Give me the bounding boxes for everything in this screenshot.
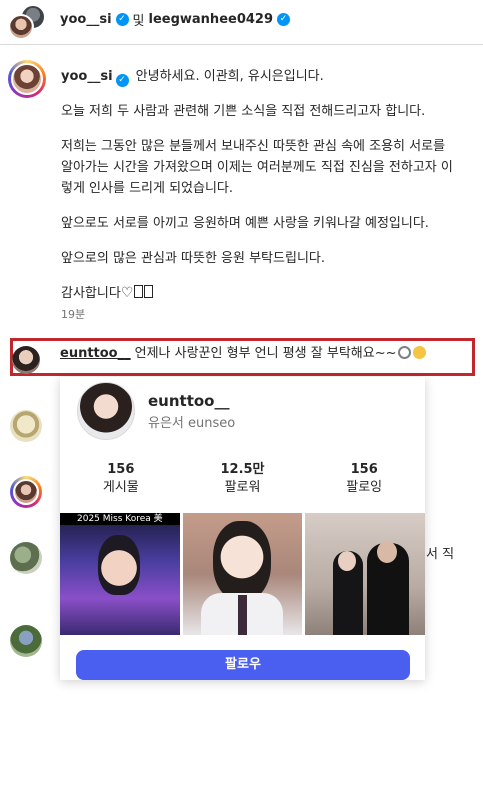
profile-username[interactable]: eunttoo__ — [148, 392, 229, 410]
caption-greeting: 안녕하세요. 이관희, 유시은입니다. — [135, 69, 324, 84]
collab-avatars[interactable] — [8, 4, 46, 40]
stat-value: 156 — [350, 462, 378, 477]
profile-hover-card: eunttoo__ 유은서 eunseo 156 게시물 12.5만 팔로워 1… — [60, 377, 425, 680]
missing-glyph-icon — [144, 285, 154, 298]
stat-label: 게시물 — [102, 480, 139, 495]
post-thumbnail[interactable] — [182, 513, 303, 635]
avatar[interactable] — [8, 14, 34, 40]
post-timestamp[interactable]: 19분 — [61, 306, 85, 322]
profile-avatar[interactable] — [77, 382, 135, 440]
verified-badge-icon: ✓ — [115, 74, 129, 87]
caption-paragraph: 오늘 저희 두 사람과 관련해 기쁜 소식을 직접 전해드리고자 합니다. — [61, 104, 426, 119]
comment-avatar[interactable] — [10, 542, 42, 574]
heart-icon: ♡ — [120, 285, 134, 301]
comment-avatar[interactable] — [12, 346, 40, 374]
stat-label: 팔로잉 — [346, 480, 383, 495]
profile-display-name: 유은서 eunseo — [148, 416, 236, 431]
header-username-2[interactable]: leegwanhee0429 — [149, 12, 274, 27]
post-author-avatar[interactable] — [8, 60, 46, 98]
recent-posts-grid: 2025 Miss Korea 美 — [60, 513, 425, 635]
comment-avatar[interactable] — [10, 625, 42, 657]
comment-avatar[interactable] — [10, 410, 42, 442]
verified-badge-icon: ✓ — [115, 13, 129, 26]
comment: eunttoo__ 언제나 사랑꾼인 형부 언니 평생 잘 부탁해요~~ — [60, 346, 427, 362]
comment-text-fragment: 서 직 — [426, 547, 455, 562]
stat-value: 156 — [107, 462, 135, 477]
caption-paragraph: 앞으로의 많은 관심과 따뜻한 응원 부탁드립니다. — [61, 251, 325, 266]
stat-label: 팔로워 — [224, 480, 261, 495]
profile-stats: 156 게시물 12.5만 팔로워 156 팔로잉 — [60, 461, 425, 497]
collab-usernames: yoo__si ✓ 및 leegwanhee0429 ✓ — [60, 10, 294, 29]
post-caption: yoo__si ✓ 안녕하세요. 이관희, 유시은입니다. 오늘 저희 두 사람과… — [61, 66, 456, 318]
caption-closing: 감사합니다 — [61, 286, 121, 301]
comment-username[interactable]: eunttoo__ — [60, 346, 131, 361]
caption-username[interactable]: yoo__si — [61, 69, 113, 84]
ring-emoji-icon — [398, 346, 412, 359]
stat-posts: 156 게시물 — [60, 461, 182, 497]
stat-value: 12.5만 — [220, 462, 265, 477]
follow-button[interactable]: 팔로우 — [76, 650, 410, 680]
stat-following[interactable]: 156 팔로잉 — [303, 461, 425, 497]
thumbnail-caption: 2025 Miss Korea 美 — [60, 513, 180, 525]
smiling-face-emoji-icon — [413, 346, 427, 359]
stat-followers[interactable]: 12.5만 팔로워 — [182, 461, 304, 497]
missing-glyph-icon — [134, 285, 144, 298]
post-thumbnail[interactable] — [305, 513, 425, 635]
post-header: yoo__si ✓ 및 leegwanhee0429 ✓ — [0, 0, 483, 45]
verified-badge-icon: ✓ — [277, 13, 291, 26]
header-username-1[interactable]: yoo__si — [60, 12, 112, 27]
post-thumbnail[interactable]: 2025 Miss Korea 美 — [60, 513, 180, 635]
caption-paragraph: 앞으로도 서로를 아끼고 응원하며 예쁜 사랑을 키워나갈 예정입니다. — [61, 216, 429, 231]
header-conjunction: 및 — [132, 14, 145, 29]
comment-text: 언제나 사랑꾼인 형부 언니 평생 잘 부탁해요~~ — [134, 346, 397, 361]
comment-avatar[interactable] — [10, 476, 42, 508]
caption-paragraph: 저희는 그동안 많은 분들께서 보내주신 따뜻한 관심 속에 조용히 서로를 알… — [61, 139, 453, 196]
